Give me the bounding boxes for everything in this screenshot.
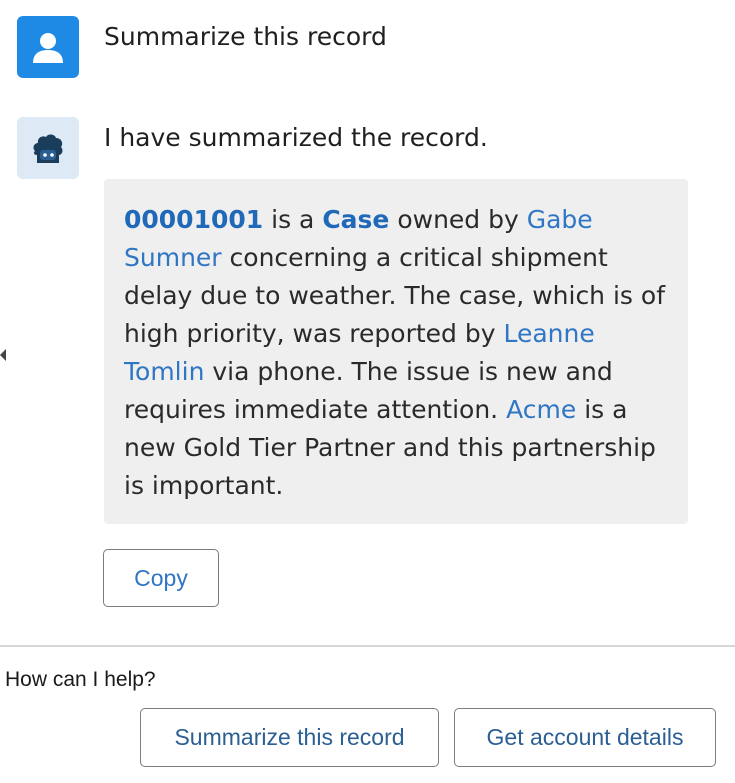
summary-text: 00001001 is a Case owned by Gabe Sumner …	[124, 201, 674, 505]
divider	[0, 645, 735, 647]
copy-button[interactable]: Copy	[103, 549, 219, 607]
einstein-bot-icon	[17, 117, 79, 179]
summary-card: 00001001 is a Case owned by Gabe Sumner …	[104, 179, 688, 524]
suggestion-account-details-button[interactable]: Get account details	[454, 708, 716, 767]
record-number-link[interactable]: 00001001	[124, 205, 263, 234]
user-avatar-icon	[17, 16, 79, 78]
bot-message: I have summarized the record.	[104, 123, 488, 152]
user-message: Summarize this record	[104, 22, 387, 51]
help-prompt-label: How can I help?	[5, 668, 156, 691]
collapse-caret-icon[interactable]	[0, 349, 6, 361]
account-link[interactable]: Acme	[506, 395, 576, 424]
record-type-link[interactable]: Case	[322, 205, 389, 234]
suggestion-summarize-button[interactable]: Summarize this record	[140, 708, 439, 767]
summary-text-part: owned by	[389, 205, 527, 234]
summary-text-part: is a	[263, 205, 323, 234]
